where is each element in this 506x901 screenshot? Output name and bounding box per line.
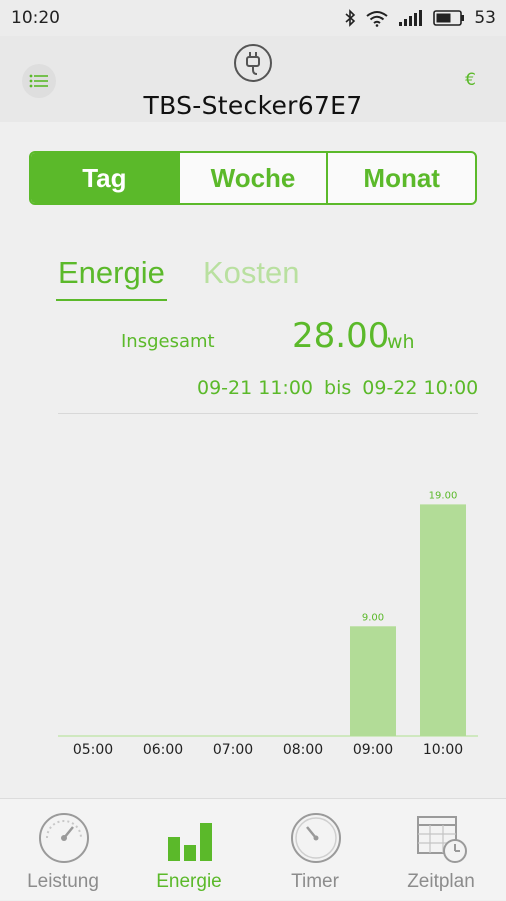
tab-month[interactable]: Monat	[326, 153, 475, 203]
bar-chart-icon	[168, 823, 212, 861]
list-menu-icon	[29, 74, 48, 88]
chart-tick-label: 08:00	[283, 742, 323, 758]
chart-tick-label: 09:00	[353, 742, 393, 758]
chart-bar-1000	[420, 504, 466, 736]
total-unit: wh	[387, 331, 415, 353]
status-time: 10:20	[11, 8, 60, 28]
chart-tick-label: 07:00	[213, 742, 253, 758]
chart-data-label: 19.00	[429, 490, 458, 501]
plug-icon	[234, 44, 272, 82]
range-end: 09-22 10:00	[362, 377, 479, 399]
app-header: TBS-Stecker67E7 €	[0, 36, 506, 122]
calendar-clock-icon	[417, 816, 467, 863]
tab-week[interactable]: Woche	[177, 153, 327, 203]
battery-level: 53	[474, 8, 496, 28]
nav-item-leistung[interactable]: Leistung	[0, 799, 126, 901]
chart-tick-label: 05:00	[73, 742, 113, 758]
status-icons: 53	[344, 8, 496, 28]
bluetooth-icon	[345, 9, 356, 27]
signal-icon	[399, 10, 423, 26]
battery-icon	[433, 10, 465, 26]
chart-tick-label: 06:00	[143, 742, 183, 758]
nav-item-zeitplan[interactable]: Zeitplan	[378, 799, 504, 901]
tab-day[interactable]: Tag	[31, 153, 178, 203]
gauge-icon	[39, 813, 89, 863]
tab-energy[interactable]: Energie	[56, 255, 167, 301]
bottom-nav: Leistung Energie Timer Zeitplan	[0, 798, 506, 900]
date-range: 09-21 11:00 bis 09-22 10:00	[197, 377, 489, 399]
chart-data-label: 9.00	[362, 612, 384, 623]
chart-bar-0900	[350, 626, 396, 736]
timer-icon	[291, 813, 341, 863]
nav-item-timer[interactable]: Timer	[252, 799, 378, 901]
status-bar: 10:20 53	[0, 0, 506, 36]
wifi-icon	[366, 11, 388, 27]
nav-label-energie: Energie	[156, 871, 222, 892]
period-selector: Tag Woche Monat	[29, 151, 477, 205]
tab-costs[interactable]: Kosten	[203, 255, 300, 291]
nav-item-energie[interactable]: Energie	[126, 799, 252, 901]
total-value: 28.00	[292, 316, 390, 356]
energy-bar-chart: 05:00 06:00 07:00 08:00 9.00 09:00 19.00 10:00	[58, 490, 478, 758]
device-title: TBS-Stecker67E7	[143, 91, 363, 120]
nav-label-leistung: Leistung	[27, 871, 99, 892]
total-label: Insgesamt	[121, 331, 215, 352]
nav-label-zeitplan: Zeitplan	[407, 871, 475, 892]
nav-label-timer: Timer	[291, 871, 339, 892]
range-separator: bis	[324, 377, 352, 399]
currency-button[interactable]: €	[465, 70, 476, 90]
divider	[58, 413, 478, 414]
range-start: 09-21 11:00	[197, 377, 314, 399]
chart-tick-label: 10:00	[423, 742, 463, 758]
